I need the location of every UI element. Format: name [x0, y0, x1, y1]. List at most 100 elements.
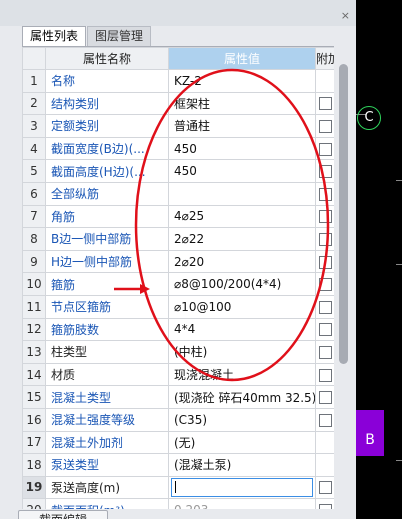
property-name[interactable]: 箍筋肢数	[45, 317, 169, 342]
property-value[interactable]: 0.203	[168, 498, 316, 509]
table-row[interactable]: 17 混凝土外加剂 (无)	[22, 430, 334, 455]
table-row[interactable]: 2 结构类别 框架柱	[22, 91, 334, 116]
extra-checkbox[interactable]	[318, 278, 332, 292]
extra-cell	[315, 181, 334, 206]
property-value[interactable]: (现浇砼 碎石40mm 32.5)	[168, 385, 316, 409]
property-name[interactable]: 全部纵筋	[45, 181, 169, 206]
property-name[interactable]: 箍筋	[45, 272, 169, 296]
property-name[interactable]: 定额类别	[45, 114, 169, 138]
extra-checkbox[interactable]	[318, 413, 332, 427]
property-name[interactable]: 泵送高度(m)	[45, 475, 169, 500]
table-row[interactable]: 1 名称 KZ-2	[22, 69, 334, 93]
grid-tick	[396, 264, 402, 265]
property-name[interactable]: 名称	[45, 69, 169, 93]
extra-checkbox[interactable]	[318, 481, 332, 495]
tab-property-list[interactable]: 属性列表	[22, 26, 87, 46]
property-name[interactable]: 角筋	[45, 204, 169, 229]
table-row[interactable]: 6 全部纵筋	[22, 181, 334, 206]
table-row[interactable]: 14 材质 现浇混凝土	[22, 362, 334, 387]
property-value[interactable]: 2⌀22	[168, 227, 316, 251]
header-property-name[interactable]: 属性名称	[45, 47, 169, 70]
table-row[interactable]: 10 箍筋 ⌀8@100/200(4*4)	[22, 272, 334, 296]
property-name[interactable]: 柱类型	[45, 340, 169, 364]
table-row[interactable]: 15 混凝土类型 (现浇砼 碎石40mm 32.5)	[22, 385, 334, 409]
extra-checkbox[interactable]	[318, 391, 332, 405]
close-icon[interactable]: ×	[341, 10, 350, 21]
row-index: 3	[22, 114, 46, 138]
property-name[interactable]: B边一侧中部筋	[45, 227, 169, 251]
extra-checkbox[interactable]	[318, 210, 332, 224]
property-value[interactable]: (混凝土泵)	[168, 453, 316, 477]
property-value[interactable]: ⌀8@100/200(4*4)	[168, 272, 316, 296]
extra-cell	[315, 227, 334, 251]
table-row[interactable]: 19 泵送高度(m)	[22, 475, 334, 500]
property-name[interactable]: 截面宽度(B边)(...	[45, 136, 169, 161]
extra-checkbox[interactable]	[318, 187, 332, 201]
scrollbar-thumb[interactable]	[339, 64, 348, 364]
property-name[interactable]: 混凝土类型	[45, 385, 169, 409]
property-table: 属性名称 属性值 附加 1名称KZ-22结构类别框架柱3定额类别普通柱4截面宽度…	[22, 47, 334, 509]
property-value[interactable]	[168, 181, 316, 206]
property-value[interactable]: ⌀10@100	[168, 294, 316, 319]
property-value[interactable]: 4⌀25	[168, 204, 316, 229]
header-extra[interactable]: 附加	[315, 47, 334, 70]
extra-checkbox[interactable]	[318, 323, 332, 337]
table-row[interactable]: 4 截面宽度(B边)(... 450	[22, 136, 334, 161]
extra-checkbox[interactable]	[318, 368, 332, 382]
row-index: 10	[22, 272, 46, 296]
table-row[interactable]: 3 定额类别 普通柱	[22, 114, 334, 138]
property-value-input[interactable]	[171, 477, 313, 497]
property-value[interactable]: KZ-2	[168, 69, 316, 93]
property-name[interactable]: 泵送类型	[45, 453, 169, 477]
extra-checkbox[interactable]	[318, 255, 332, 269]
row-index: 1	[22, 69, 46, 93]
table-row[interactable]: 8 B边一侧中部筋 2⌀22	[22, 227, 334, 251]
extra-checkbox[interactable]	[318, 142, 332, 156]
table-row[interactable]: 20截面面积(m²)0.203	[22, 498, 334, 509]
extra-checkbox[interactable]	[318, 232, 332, 246]
property-value[interactable]: 450	[168, 136, 316, 161]
table-row[interactable]: 9 H边一侧中部筋 2⌀20	[22, 249, 334, 274]
grid-tick	[396, 460, 402, 461]
text-caret	[175, 480, 176, 493]
property-value[interactable]: (中柱)	[168, 340, 316, 364]
property-value[interactable]: 普通柱	[168, 114, 316, 138]
table-row[interactable]: 13 柱类型 (中柱)	[22, 340, 334, 364]
table-row[interactable]: 5 截面高度(H边)(... 450	[22, 159, 334, 183]
table-row[interactable]: 7 角筋 4⌀25	[22, 204, 334, 229]
property-value[interactable]: 现浇混凝土	[168, 362, 316, 387]
property-name[interactable]: 节点区箍筋	[45, 294, 169, 319]
extra-checkbox[interactable]	[318, 97, 332, 111]
header-property-value[interactable]: 属性值	[168, 47, 316, 70]
property-name[interactable]: 混凝土外加剂	[45, 430, 169, 455]
table-row[interactable]: 11 节点区箍筋 ⌀10@100	[22, 294, 334, 319]
extra-checkbox[interactable]	[318, 165, 332, 179]
extra-checkbox[interactable]	[318, 504, 332, 509]
extra-checkbox[interactable]	[318, 345, 332, 359]
property-name[interactable]: 截面面积(m²)	[45, 498, 169, 509]
property-name[interactable]: H边一侧中部筋	[45, 249, 169, 274]
table-row[interactable]: 18 泵送类型 (混凝土泵)	[22, 453, 334, 477]
property-value[interactable]: 2⌀20	[168, 249, 316, 274]
property-value[interactable]: 4*4	[168, 317, 316, 342]
extra-checkbox[interactable]	[318, 119, 332, 133]
row-index: 8	[22, 227, 46, 251]
property-name[interactable]: 截面高度(H边)(...	[45, 159, 169, 183]
extra-cell	[315, 340, 334, 364]
vertical-scrollbar[interactable]	[336, 46, 352, 508]
extra-checkbox[interactable]	[318, 300, 332, 314]
property-name[interactable]: 材质	[45, 362, 169, 387]
property-name[interactable]: 结构类别	[45, 91, 169, 116]
property-value[interactable]: (C35)	[168, 407, 316, 432]
table-row[interactable]: 16 混凝土强度等级 (C35)	[22, 407, 334, 432]
property-name[interactable]: 混凝土强度等级	[45, 407, 169, 432]
property-value[interactable]: 450	[168, 159, 316, 183]
tab-layer-management[interactable]: 图层管理	[87, 26, 152, 46]
section-edit-button[interactable]: 截面编辑	[18, 510, 108, 519]
property-value[interactable]: 框架柱	[168, 91, 316, 116]
extra-cell	[315, 69, 334, 93]
table-row[interactable]: 12 箍筋肢数 4*4	[22, 317, 334, 342]
property-value[interactable]: (无)	[168, 430, 316, 455]
property-value-editing[interactable]	[168, 475, 316, 500]
row-index: 15	[22, 385, 46, 409]
